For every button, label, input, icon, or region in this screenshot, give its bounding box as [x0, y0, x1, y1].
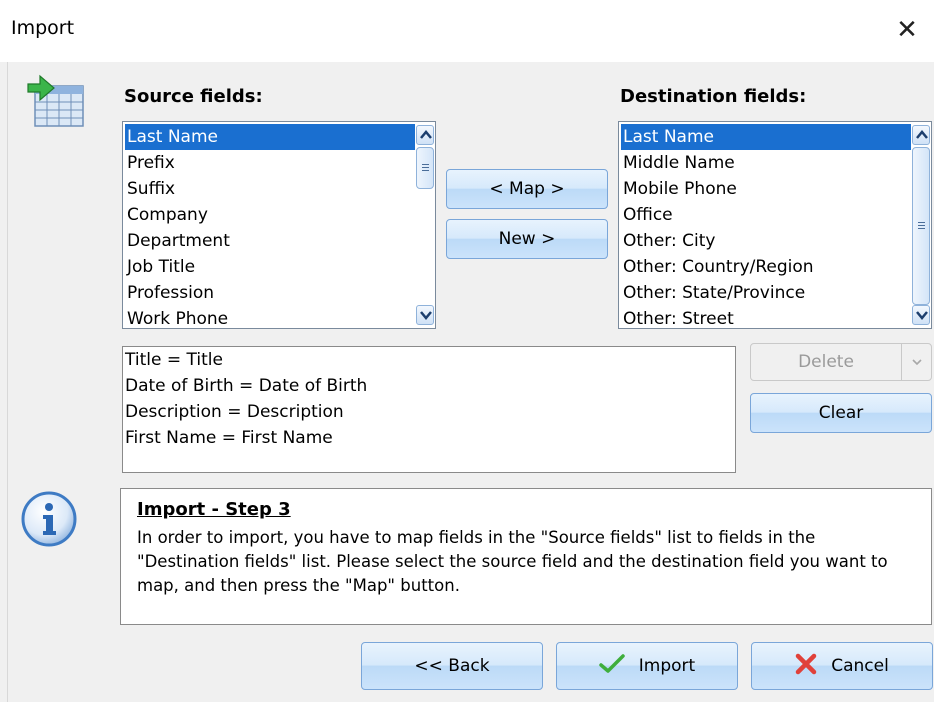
new-button[interactable]: New > [446, 219, 608, 259]
back-button[interactable]: << Back [361, 642, 543, 690]
cancel-button[interactable]: Cancel [751, 642, 933, 690]
scroll-down-icon[interactable] [416, 305, 434, 325]
mappings-list[interactable]: Title = Title Date of Birth = Date of Bi… [122, 346, 736, 473]
info-text: In order to import, you have to map fiel… [137, 528, 888, 595]
title-bar: Import ✕ [0, 0, 934, 62]
window-title: Import [11, 17, 75, 39]
scroll-thumb[interactable] [416, 147, 434, 189]
list-item[interactable]: Suffix [125, 176, 415, 202]
scroll-down-icon[interactable] [912, 305, 930, 325]
list-item[interactable]: Description = Description [123, 399, 735, 425]
scroll-up-icon[interactable] [416, 125, 434, 145]
list-item[interactable]: Other: City [621, 228, 911, 254]
list-item[interactable]: Job Title [125, 254, 415, 280]
list-item[interactable]: Last Name [125, 124, 415, 150]
list-item[interactable]: Prefix [125, 150, 415, 176]
list-item[interactable]: Middle Name [621, 150, 911, 176]
scroll-up-icon[interactable] [912, 125, 930, 145]
close-icon[interactable]: ✕ [892, 12, 922, 48]
list-item[interactable]: Last Name [621, 124, 911, 150]
list-item[interactable]: Other: Country/Region [621, 254, 911, 280]
list-item[interactable]: Work Phone [125, 306, 415, 328]
scroll-thumb[interactable] [912, 147, 930, 305]
list-item[interactable]: Other: Street [621, 306, 911, 328]
list-item[interactable]: Date of Birth = Date of Birth [123, 373, 735, 399]
list-item[interactable]: First Name = First Name [123, 425, 735, 451]
list-item[interactable]: Title = Title [123, 347, 735, 373]
back-label: << Back [414, 656, 490, 676]
cross-icon [795, 653, 817, 680]
clear-button[interactable]: Clear [750, 393, 932, 433]
info-heading: Import - Step 3 [137, 499, 291, 520]
list-item[interactable]: Department [125, 228, 415, 254]
chevron-down-icon[interactable] [901, 343, 932, 381]
list-item[interactable]: Office [621, 202, 911, 228]
delete-button[interactable]: Delete [750, 343, 902, 381]
list-item[interactable]: Mobile Phone [621, 176, 911, 202]
info-icon [21, 491, 77, 547]
map-button[interactable]: < Map > [446, 169, 608, 209]
destination-fields-list[interactable]: Last Name Middle Name Mobile Phone Offic… [618, 121, 932, 329]
source-scrollbar[interactable] [416, 123, 434, 327]
cancel-label: Cancel [831, 656, 889, 676]
source-fields-list[interactable]: Last Name Prefix Suffix Company Departme… [122, 121, 436, 329]
info-panel: Import - Step 3 In order to import, you … [120, 488, 932, 625]
window-edge [0, 62, 8, 702]
list-item[interactable]: Company [125, 202, 415, 228]
checkmark-icon [599, 653, 625, 679]
import-button[interactable]: Import [556, 642, 738, 690]
import-table-icon [27, 74, 84, 127]
list-item[interactable]: Profession [125, 280, 415, 306]
destination-fields-label: Destination fields: [620, 86, 807, 107]
source-fields-label: Source fields: [124, 86, 263, 107]
list-item[interactable]: Other: State/Province [621, 280, 911, 306]
import-label: Import [638, 656, 696, 676]
destination-scrollbar[interactable] [912, 123, 930, 327]
